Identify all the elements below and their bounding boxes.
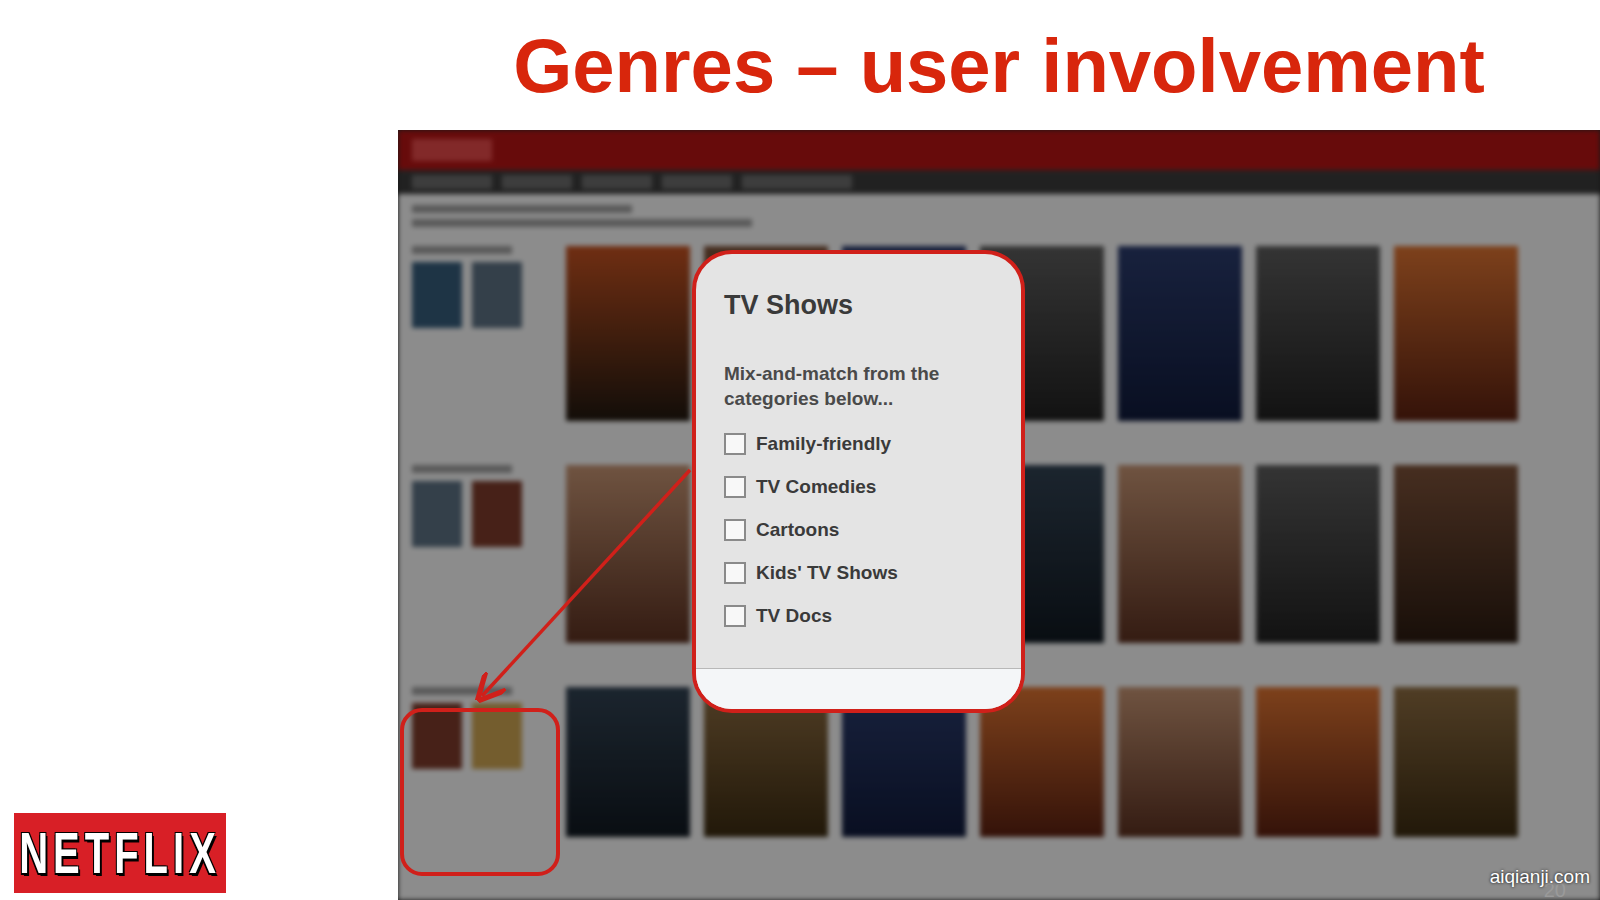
category-item[interactable]: TV Comedies bbox=[724, 473, 1009, 502]
category-checkbox[interactable] bbox=[724, 433, 746, 455]
sidebar-highlight bbox=[400, 708, 560, 876]
category-checkbox[interactable] bbox=[724, 562, 746, 584]
category-checkbox[interactable] bbox=[724, 519, 746, 541]
netflix-screenshot: TV Shows Mix-and-match from the categorie… bbox=[398, 130, 1600, 900]
slide: NETFLIX Genres – user involvement TV Shows… bbox=[0, 0, 1600, 900]
watermark: aiqianji.com bbox=[1490, 866, 1590, 888]
category-checkbox[interactable] bbox=[724, 476, 746, 498]
popup-instructions: Mix-and-match from the categories below.… bbox=[724, 361, 1009, 412]
category-item[interactable]: TV Docs bbox=[724, 602, 1009, 631]
popup-body: TV Shows Mix-and-match from the categorie… bbox=[696, 254, 1021, 668]
category-label: TV Comedies bbox=[756, 476, 876, 498]
right-column: Genres – user involvement TV Shows Mix-and… bbox=[398, 0, 1600, 900]
logo-text: NETFLIX bbox=[19, 820, 221, 885]
category-item[interactable]: Kids' TV Shows bbox=[724, 559, 1009, 588]
popup-footer bbox=[696, 668, 1021, 709]
category-label: Family-friendly bbox=[756, 433, 891, 455]
category-label: Cartoons bbox=[756, 519, 839, 541]
left-column: NETFLIX bbox=[0, 0, 398, 900]
category-label: TV Docs bbox=[756, 605, 832, 627]
genre-popup: TV Shows Mix-and-match from the categorie… bbox=[692, 250, 1025, 713]
category-label: Kids' TV Shows bbox=[756, 562, 898, 584]
popup-title: TV Shows bbox=[724, 290, 1009, 321]
category-list: Family-friendly TV Comedies Cartoons Kids' … bbox=[724, 430, 1009, 631]
category-checkbox[interactable] bbox=[724, 605, 746, 627]
category-item[interactable]: Family-friendly bbox=[724, 430, 1009, 459]
category-item[interactable]: Cartoons bbox=[724, 516, 1009, 545]
netflix-logo: NETFLIX bbox=[14, 813, 226, 893]
slide-title: Genres – user involvement bbox=[398, 0, 1600, 130]
